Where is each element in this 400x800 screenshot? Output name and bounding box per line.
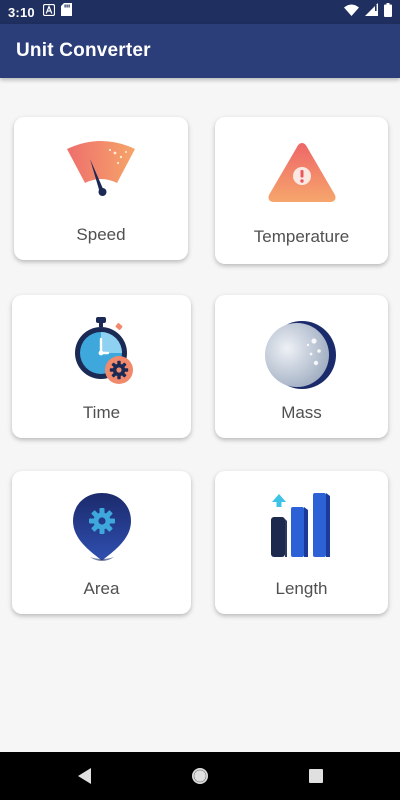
bar-growth-icon bbox=[264, 493, 340, 569]
speed-label: Speed bbox=[76, 225, 126, 244]
area-card[interactable]: Area bbox=[12, 471, 191, 614]
time-label: Time bbox=[82, 403, 121, 422]
area-label: Area bbox=[83, 579, 120, 598]
speed-card[interactable]: Speed bbox=[14, 117, 188, 260]
mass-label: Mass bbox=[281, 403, 322, 422]
time-card[interactable]: Time bbox=[12, 295, 191, 438]
map-pin-gear-icon bbox=[64, 493, 140, 569]
temperature-label: Temperature bbox=[253, 227, 350, 246]
temperature-card[interactable]: Temperature bbox=[215, 117, 388, 264]
length-label: Length bbox=[275, 579, 328, 598]
sd-card-icon bbox=[60, 3, 72, 21]
length-card[interactable]: Length bbox=[215, 471, 388, 614]
moon-icon bbox=[264, 317, 340, 393]
status-right-icons bbox=[344, 2, 392, 22]
status-time: 3:10 bbox=[8, 4, 35, 20]
warning-triangle-icon bbox=[264, 139, 340, 215]
navigation-bar bbox=[0, 752, 400, 800]
screen: 3:10 Unit Converter Speed Temperature Ti… bbox=[0, 0, 400, 800]
speedometer-icon bbox=[63, 139, 139, 215]
stopwatch-icon bbox=[64, 317, 140, 393]
signal-icon bbox=[365, 3, 378, 21]
app-bar: Unit Converter bbox=[0, 24, 400, 78]
mass-card[interactable]: Mass bbox=[215, 295, 388, 438]
recents-icon[interactable] bbox=[304, 764, 328, 788]
back-icon[interactable] bbox=[73, 764, 97, 788]
status-bar: 3:10 bbox=[0, 0, 400, 24]
app-title: Unit Converter bbox=[16, 40, 151, 61]
home-icon[interactable] bbox=[188, 764, 212, 788]
wifi-icon bbox=[344, 3, 359, 21]
a-notification-icon bbox=[42, 3, 55, 21]
battery-icon bbox=[384, 2, 392, 22]
